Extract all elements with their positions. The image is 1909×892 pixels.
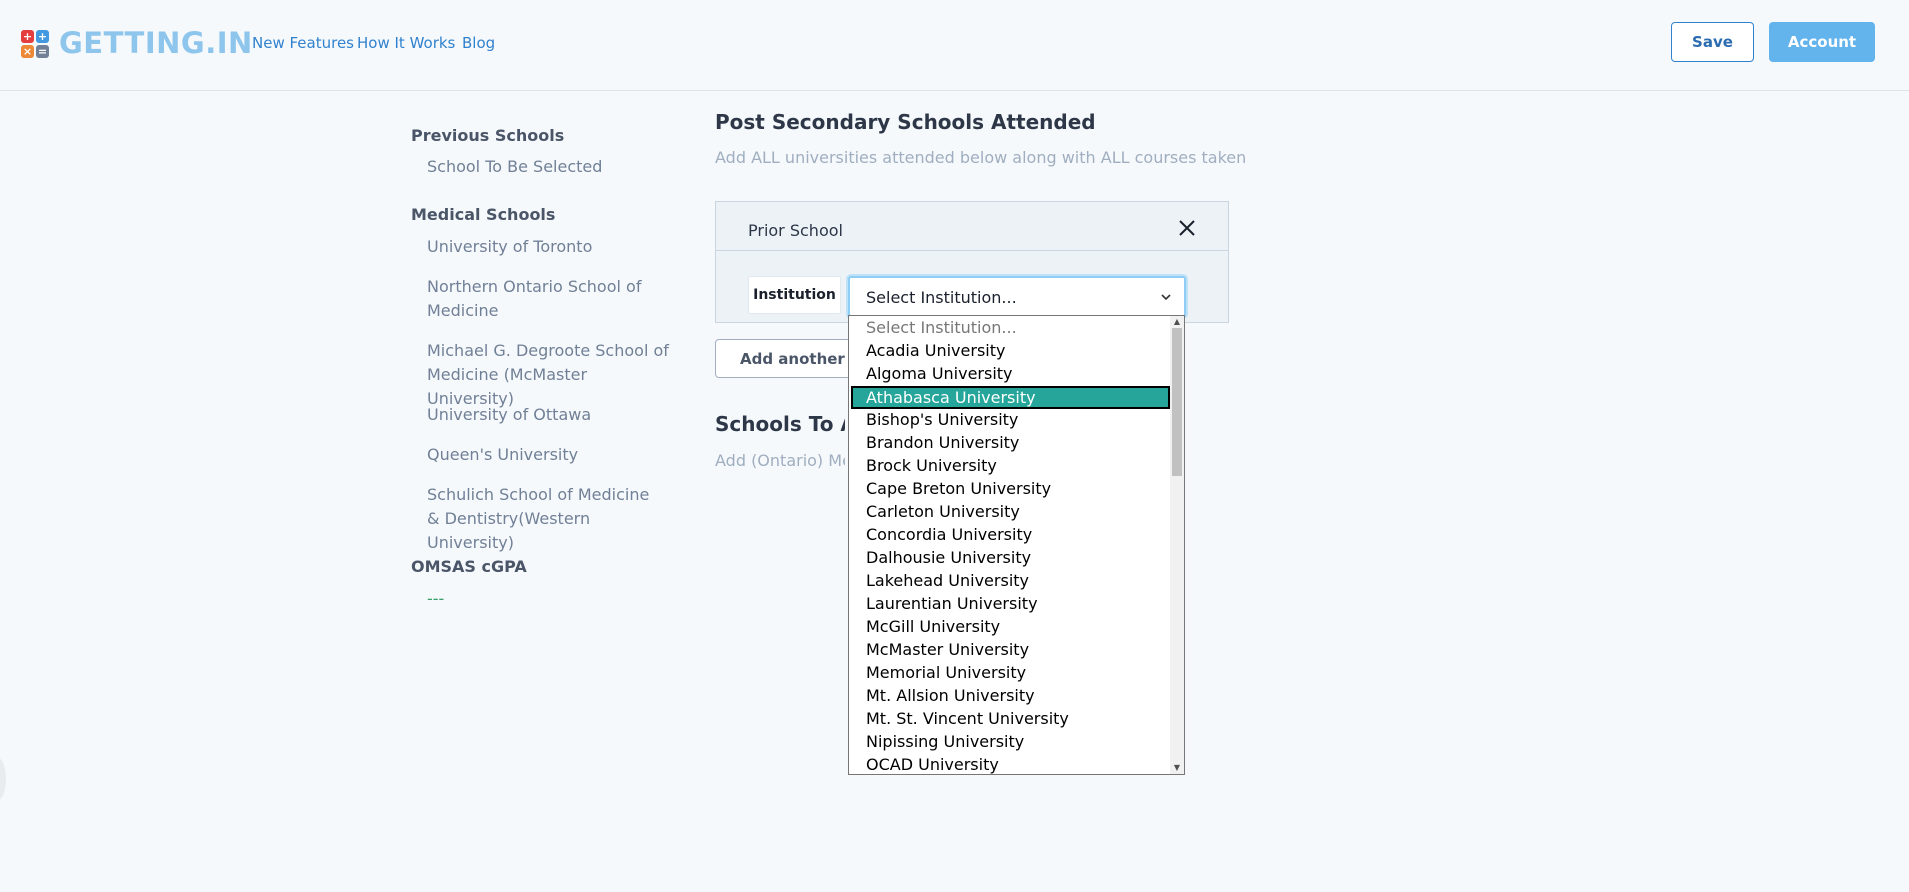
- dropdown-option[interactable]: OCAD University: [851, 754, 1170, 774]
- institution-dropdown-list[interactable]: OCAD University Nipissing University Mt. S…: [848, 315, 1185, 775]
- medical-schools-heading: Medical Schools: [411, 205, 556, 224]
- dropdown-scrollbar[interactable]: ▲ ▼: [1170, 316, 1184, 774]
- schools-to-apply-subtitle: Add (Ontario) Medical Schools: [715, 451, 845, 470]
- sidebar-item-queens[interactable]: Queen's University: [427, 443, 667, 467]
- calculator-logo-icon[interactable]: + + × =: [21, 30, 49, 58]
- institution-select[interactable]: Select Institution...: [848, 276, 1186, 317]
- chevron-down-icon: [1161, 294, 1171, 301]
- dropdown-option[interactable]: Algoma University: [851, 363, 1170, 386]
- dropdown-option[interactable]: Carleton University: [851, 501, 1170, 524]
- dropdown-option[interactable]: Mt. Allsion University: [851, 685, 1170, 708]
- sidebar-item-northern-ontario[interactable]: Northern Ontario School of Medicine: [427, 275, 667, 323]
- dropdown-option[interactable]: Laurentian University: [851, 593, 1170, 616]
- dropdown-option[interactable]: Brandon University: [851, 432, 1170, 455]
- dropdown-option[interactable]: Brock University: [851, 455, 1170, 478]
- omsas-cgpa-heading: OMSAS cGPA: [411, 557, 527, 576]
- dropdown-option[interactable]: Acadia University: [851, 340, 1170, 363]
- sidebar-item-schulich[interactable]: Schulich School of Medicine & Dentistry(…: [427, 483, 662, 555]
- schools-to-apply-title: Schools To Apply To: [715, 412, 845, 436]
- scroll-down-arrow-icon[interactable]: ▼: [1173, 764, 1181, 772]
- post-secondary-title: Post Secondary Schools Attended: [715, 110, 1096, 134]
- nav-blog[interactable]: Blog: [462, 34, 495, 52]
- dropdown-option[interactable]: Bishop's University: [851, 409, 1170, 432]
- scrollbar-thumb[interactable]: [1172, 328, 1182, 476]
- dropdown-option[interactable]: McGill University: [851, 616, 1170, 639]
- institution-select-value: Select Institution...: [866, 288, 1017, 307]
- sidebar-item-toronto[interactable]: University of Toronto: [427, 235, 667, 259]
- dropdown-option[interactable]: Lakehead University: [851, 570, 1170, 593]
- save-button[interactable]: Save: [1671, 22, 1754, 62]
- dropdown-option[interactable]: Concordia University: [851, 524, 1170, 547]
- add-another-school-button[interactable]: Add another School: [715, 339, 855, 378]
- sidebar-item-school-to-be-selected[interactable]: School To Be Selected: [427, 155, 667, 179]
- omsas-cgpa-value: ---: [427, 589, 445, 608]
- edge-widget: [0, 758, 6, 800]
- account-button[interactable]: Account: [1769, 22, 1875, 62]
- nav-how-it-works[interactable]: How It Works: [357, 34, 455, 52]
- previous-schools-heading: Previous Schools: [411, 126, 565, 145]
- nav-new-features[interactable]: New Features: [252, 34, 354, 52]
- prior-school-title: Prior School: [748, 221, 843, 240]
- dropdown-option[interactable]: Nipissing University: [851, 731, 1170, 754]
- sidebar-item-ottawa[interactable]: University of Ottawa: [427, 403, 667, 427]
- dropdown-option[interactable]: McMaster University: [851, 639, 1170, 662]
- sidebar-item-mcmaster[interactable]: Michael G. Degroote School of Medicine (…: [427, 339, 677, 411]
- dropdown-option-selected[interactable]: Athabasca University: [851, 386, 1170, 409]
- dropdown-option[interactable]: Memorial University: [851, 662, 1170, 685]
- dropdown-option[interactable]: Select Institution...: [851, 317, 1170, 340]
- close-icon[interactable]: [1177, 218, 1197, 238]
- post-secondary-subtitle: Add ALL universities attended below alon…: [715, 148, 1247, 167]
- scroll-up-arrow-icon[interactable]: ▲: [1173, 318, 1181, 326]
- institution-label: Institution: [748, 276, 841, 314]
- dropdown-option[interactable]: Mt. St. Vincent University: [851, 708, 1170, 731]
- prior-school-panel-header: Prior School: [716, 202, 1228, 251]
- top-header: + + × = GETTING.IN New Features How It W…: [0, 0, 1909, 91]
- brand-logo-text[interactable]: GETTING.IN: [59, 26, 253, 60]
- dropdown-option[interactable]: Cape Breton University: [851, 478, 1170, 501]
- dropdown-option[interactable]: Dalhousie University: [851, 547, 1170, 570]
